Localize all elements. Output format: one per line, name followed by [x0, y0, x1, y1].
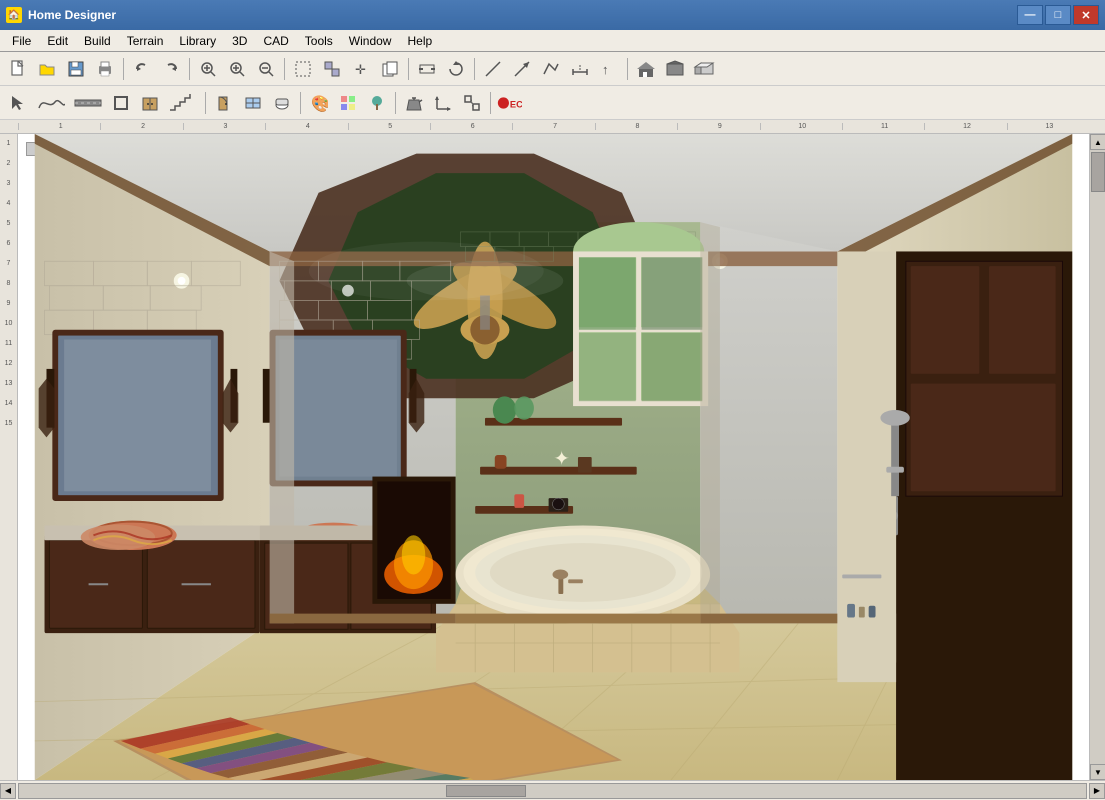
transform-tool-button[interactable] — [458, 90, 486, 116]
horizontal-scroll-track[interactable] — [18, 783, 1087, 799]
camera-tool-button[interactable] — [400, 90, 428, 116]
scroll-thumb-horizontal[interactable] — [446, 785, 526, 797]
move-button[interactable]: ✛ — [347, 56, 375, 82]
svg-text:🎨: 🎨 — [311, 94, 328, 112]
zoom-out-button[interactable] — [252, 56, 280, 82]
wall-tool-button[interactable] — [70, 90, 106, 116]
separator-t2-2 — [300, 92, 301, 114]
dimension-button[interactable] — [566, 56, 594, 82]
maximize-button[interactable]: □ — [1045, 5, 1071, 25]
separator-6 — [627, 58, 628, 80]
house-3d-button[interactable] — [690, 56, 718, 82]
separator-2 — [189, 58, 190, 80]
menu-build[interactable]: Build — [76, 32, 119, 50]
app-icon: 🏠 — [6, 7, 22, 23]
house-top-button[interactable] — [661, 56, 689, 82]
stretch-button[interactable] — [413, 56, 441, 82]
menu-tools[interactable]: Tools — [297, 32, 341, 50]
extend-button[interactable] — [318, 56, 346, 82]
paint-tool-button[interactable]: 🎨 — [305, 90, 333, 116]
window-tool-button[interactable] — [239, 90, 267, 116]
rotate90-button[interactable] — [442, 56, 470, 82]
door-tool-button[interactable] — [210, 90, 238, 116]
scroll-left-button[interactable]: ◀ — [0, 783, 16, 799]
svg-text:↑: ↑ — [602, 62, 609, 77]
separator-1 — [123, 58, 124, 80]
app-title: Home Designer — [28, 8, 1015, 22]
separator-t2-1 — [205, 92, 206, 114]
toolbar-1: ✛ ↑ — [0, 52, 1105, 86]
arc-button[interactable]: ↑ — [595, 56, 623, 82]
left-ruler: 1 2 3 4 5 6 7 8 9 10 11 12 13 14 15 — [0, 134, 18, 780]
top-ruler-marks: 1 2 3 4 5 6 7 8 9 10 11 12 13 — [18, 123, 1089, 130]
menu-library[interactable]: Library — [171, 32, 224, 50]
material-tool-button[interactable] — [334, 90, 362, 116]
minimize-button[interactable]: — — [1017, 5, 1043, 25]
spline-tool-button[interactable] — [33, 90, 69, 116]
arrow-button[interactable] — [508, 56, 536, 82]
stair-tool-button[interactable] — [165, 90, 201, 116]
scroll-up-button[interactable]: ▲ — [1090, 134, 1105, 150]
canvas-area[interactable]: ✦ — [18, 134, 1089, 780]
menu-help[interactable]: Help — [399, 32, 440, 50]
separator-3 — [284, 58, 285, 80]
save-button[interactable] — [62, 56, 90, 82]
separator-5 — [474, 58, 475, 80]
plant-tool-button[interactable] — [363, 90, 391, 116]
3d-render: ✦ — [18, 134, 1089, 780]
print-button[interactable] — [91, 56, 119, 82]
new-button[interactable] — [4, 56, 32, 82]
scroll-thumb-vertical[interactable] — [1091, 152, 1105, 192]
menu-3d[interactable]: 3D — [224, 32, 255, 50]
polyline-button[interactable] — [537, 56, 565, 82]
record-button[interactable]: EC — [495, 90, 523, 116]
close-button[interactable]: ✕ — [1073, 5, 1099, 25]
fixture-tool-button[interactable] — [268, 90, 296, 116]
menu-cad[interactable]: CAD — [255, 32, 296, 50]
draw-line-button[interactable] — [479, 56, 507, 82]
menu-file[interactable]: File — [4, 32, 39, 50]
redo-button[interactable] — [157, 56, 185, 82]
zoom-fit-button[interactable] — [194, 56, 222, 82]
elevation-tool-button[interactable] — [429, 90, 457, 116]
open-button[interactable] — [33, 56, 61, 82]
right-scrollbar: ▲ ▼ — [1089, 134, 1105, 780]
cabinet-tool-button[interactable] — [136, 90, 164, 116]
top-ruler: 1 2 3 4 5 6 7 8 9 10 11 12 13 — [0, 120, 1105, 134]
scroll-right-button[interactable]: ▶ — [1089, 783, 1105, 799]
separator-4 — [408, 58, 409, 80]
undo-button[interactable] — [128, 56, 156, 82]
svg-text:EC: EC — [510, 99, 522, 109]
title-bar: 🏠 Home Designer — □ ✕ — [0, 0, 1105, 30]
svg-text:✛: ✛ — [355, 62, 366, 77]
toolbar-2: 🎨 EC — [0, 86, 1105, 120]
scroll-down-button[interactable]: ▼ — [1090, 764, 1105, 780]
room-tool-button[interactable] — [107, 90, 135, 116]
svg-text:✦: ✦ — [553, 448, 569, 470]
select-all-button[interactable] — [289, 56, 317, 82]
menu-terrain[interactable]: Terrain — [119, 32, 172, 50]
scroll-track-vertical[interactable] — [1090, 150, 1105, 764]
separator-t2-3 — [395, 92, 396, 114]
house-front-button[interactable] — [632, 56, 660, 82]
separator-t2-4 — [490, 92, 491, 114]
menu-edit[interactable]: Edit — [39, 32, 76, 50]
menu-window[interactable]: Window — [341, 32, 400, 50]
copy-button[interactable] — [376, 56, 404, 82]
zoom-in-button[interactable] — [223, 56, 251, 82]
menu-bar: File Edit Build Terrain Library 3D CAD T… — [0, 30, 1105, 52]
select-tool-button[interactable] — [4, 90, 32, 116]
bottom-scrollbar: ◀ ▶ — [0, 780, 1105, 800]
